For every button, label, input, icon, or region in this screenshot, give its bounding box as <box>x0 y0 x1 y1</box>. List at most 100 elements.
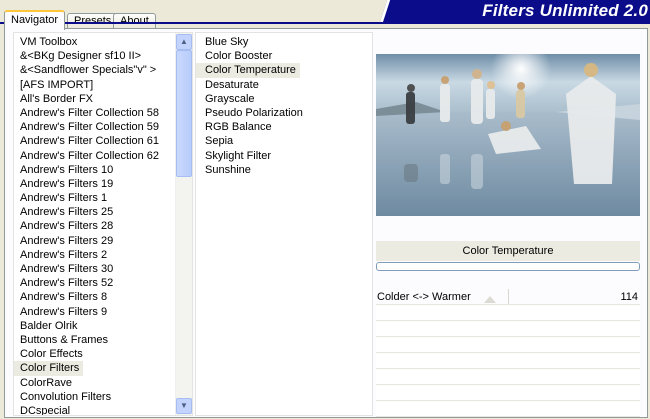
category-item[interactable]: Andrew's Filters 30 <box>14 262 192 276</box>
banner-underline <box>0 22 650 24</box>
filter-item[interactable]: Blue Sky <box>196 35 372 49</box>
category-item-label: Andrew's Filters 25 <box>20 206 114 219</box>
category-item-label: &<Sandflower Specials"v" > <box>20 64 157 77</box>
category-item-label: VM Toolbox <box>20 36 78 48</box>
filter-item[interactable]: Color Booster <box>196 49 372 63</box>
category-item-label: All's Border FX <box>20 92 94 105</box>
empty-param-row <box>376 386 640 401</box>
filter-item[interactable]: Skylight Filter <box>196 149 372 163</box>
filter-list[interactable]: Blue Sky Color Booster Color Temperature De… <box>195 32 373 416</box>
scroll-thumb[interactable] <box>176 50 192 177</box>
filter-item-label: Blue Sky <box>205 36 249 48</box>
slider-thumb-icon[interactable] <box>484 296 496 303</box>
param-row-colder-warmer[interactable]: Colder <-> Warmer 114 <box>376 289 640 305</box>
category-item-label: &<BKg Designer sf10 II> <box>20 50 142 63</box>
category-item[interactable]: Andrew's Filters 29 <box>14 234 192 248</box>
category-item-label: Color Filters <box>14 361 84 376</box>
category-item-label: Andrew's Filter Collection 58 <box>20 106 160 119</box>
category-scrollbar[interactable]: ▲ ▼ <box>175 33 192 415</box>
empty-param-row <box>376 402 640 417</box>
param-slider-track <box>508 289 509 304</box>
category-item[interactable]: Andrew's Filters 10 <box>14 163 192 177</box>
category-item-label: [AFS IMPORT] <box>20 78 94 91</box>
filter-item[interactable]: Pseudo Polarization <box>196 106 372 120</box>
category-item[interactable]: Andrew's Filter Collection 58 <box>14 106 192 120</box>
category-item[interactable]: [AFS IMPORT] <box>14 78 192 92</box>
tab-presets[interactable]: Presets <box>67 13 119 29</box>
filter-item[interactable]: Sepia <box>196 134 372 148</box>
filter-items: Blue Sky Color Booster Color Temperature De… <box>196 33 372 177</box>
category-item-label: Andrew's Filters 19 <box>20 177 114 190</box>
category-item[interactable]: Andrew's Filters 8 <box>14 290 192 304</box>
chevron-up-icon: ▲ <box>180 37 188 46</box>
filter-item-label: Sepia <box>205 135 234 148</box>
category-item[interactable]: VM Toolbox <box>14 35 192 49</box>
category-item[interactable]: &<Sandflower Specials"v" > <box>14 63 192 77</box>
category-item-label: Buttons & Frames <box>20 333 109 346</box>
category-item[interactable]: Andrew's Filters 25 <box>14 205 192 219</box>
filter-item-label: Color Booster <box>205 50 273 63</box>
category-item-label: Andrew's Filters 28 <box>20 220 114 233</box>
progress-bar <box>376 262 640 271</box>
category-item-label: Andrew's Filter Collection 61 <box>20 135 160 148</box>
filter-item-label: Sunshine <box>205 163 251 176</box>
category-item[interactable]: Andrew's Filters 52 <box>14 276 192 290</box>
filter-item-label: RGB Balance <box>205 121 272 134</box>
empty-param-row <box>376 370 640 385</box>
filter-item-label: Skylight Filter <box>205 149 272 162</box>
category-item-label: Andrew's Filters 1 <box>20 192 108 205</box>
category-item[interactable]: Andrew's Filter Collection 59 <box>14 120 192 134</box>
current-filter-title: Color Temperature <box>376 241 640 261</box>
category-item-label: Convolution Filters <box>20 390 112 403</box>
category-item[interactable]: Convolution Filters <box>14 390 192 404</box>
category-item-label: Color Effects <box>20 348 83 361</box>
category-item[interactable]: Balder Olrik <box>14 319 192 333</box>
param-label: Colder <-> Warmer <box>377 291 471 303</box>
scroll-up-button[interactable]: ▲ <box>176 34 192 50</box>
category-item-label: Andrew's Filters 52 <box>20 277 114 290</box>
filter-item[interactable]: Color Temperature <box>196 63 372 78</box>
category-item[interactable]: Andrew's Filter Collection 61 <box>14 134 192 148</box>
beach-photo-image <box>376 54 640 216</box>
category-item[interactable]: Buttons & Frames <box>14 333 192 347</box>
navigator-panel: VM Toolbox &<BKg Designer sf10 II> &<Sandf… <box>4 28 648 418</box>
category-item[interactable]: Andrew's Filters 9 <box>14 305 192 319</box>
chevron-down-icon: ▼ <box>180 401 188 410</box>
filter-item[interactable]: Sunshine <box>196 163 372 177</box>
filter-item-label: Color Temperature <box>196 63 300 78</box>
category-item[interactable]: Andrew's Filters 1 <box>14 191 192 205</box>
tab-navigator[interactable]: Navigator <box>4 10 66 30</box>
category-item[interactable]: &<BKg Designer sf10 II> <box>14 49 192 63</box>
empty-param-row <box>376 338 640 353</box>
filter-item-label: Desaturate <box>205 78 259 91</box>
category-item[interactable]: Andrew's Filters 28 <box>14 219 192 233</box>
filter-item[interactable]: RGB Balance <box>196 120 372 134</box>
category-item[interactable]: DCspecial <box>14 404 192 415</box>
filter-item[interactable]: Grayscale <box>196 92 372 106</box>
category-item[interactable]: Andrew's Filters 2 <box>14 248 192 262</box>
category-list[interactable]: VM Toolbox &<BKg Designer sf10 II> &<Sandf… <box>13 32 193 416</box>
category-item[interactable]: All's Border FX <box>14 92 192 106</box>
category-item[interactable]: Color Effects <box>14 347 192 361</box>
app-title: Filters Unlimited 2.0 <box>482 1 648 20</box>
category-item-label: Andrew's Filters 8 <box>20 291 108 304</box>
category-item[interactable]: Andrew's Filter Collection 62 <box>14 149 192 163</box>
filter-item-label: Pseudo Polarization <box>205 106 303 119</box>
category-item[interactable]: ColorRave <box>14 376 192 390</box>
filter-item[interactable]: Desaturate <box>196 78 372 92</box>
category-item[interactable]: Color Filters <box>14 361 192 376</box>
preview-image <box>376 54 640 216</box>
category-items: VM Toolbox &<BKg Designer sf10 II> &<Sandf… <box>14 33 192 415</box>
category-item-label: Balder Olrik <box>20 319 78 332</box>
empty-param-row <box>376 306 640 321</box>
category-item-label: Andrew's Filter Collection 62 <box>20 149 160 162</box>
scroll-down-button[interactable]: ▼ <box>176 398 192 414</box>
category-item-label: Andrew's Filters 9 <box>20 305 108 318</box>
category-item[interactable]: Andrew's Filters 19 <box>14 177 192 191</box>
tab-about[interactable]: About <box>113 13 156 29</box>
category-item-label: Andrew's Filter Collection 59 <box>20 121 160 134</box>
param-value: 114 <box>620 291 638 303</box>
category-item-label: Andrew's Filters 10 <box>20 163 114 176</box>
category-item-label: ColorRave <box>20 376 72 389</box>
empty-param-row <box>376 322 640 337</box>
